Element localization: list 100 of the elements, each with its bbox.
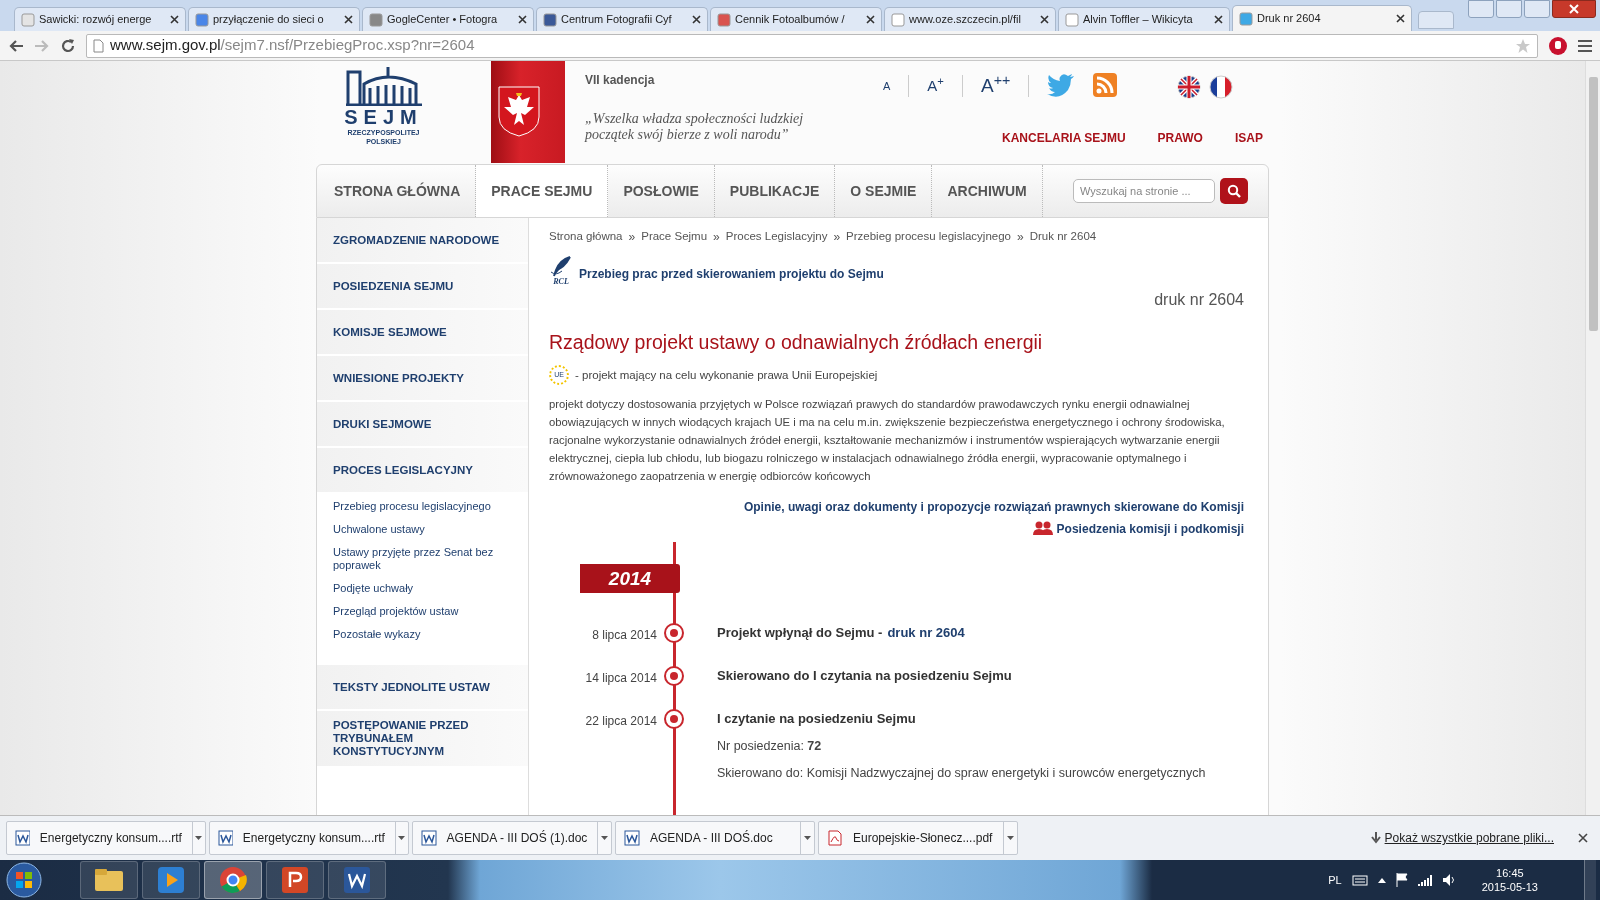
close-tab-icon[interactable] [692,15,701,24]
back-icon[interactable] [8,38,24,53]
powerpoint-taskbar-icon[interactable] [266,861,324,899]
flag-icon[interactable] [1395,873,1408,887]
sidebar-subitem[interactable]: Przegląd projektów ustaw [333,605,518,618]
browser-tab[interactable]: GogleCenter • Fotogra [362,7,534,31]
language-indicator[interactable]: PL [1328,871,1342,889]
search-icon[interactable] [1227,184,1241,198]
caret-down-icon[interactable] [398,836,406,840]
download-item[interactable]: Europejskie-Słonecz....pdf [818,821,1018,855]
address-bar[interactable]: www.sejm.gov.pl/sejm7.nsf/PrzebiegProc.xsp?nr=2604 [86,33,1538,58]
dropdown-toggle[interactable] [1003,821,1017,855]
reload-icon[interactable] [60,37,76,54]
print-link[interactable]: druk nr 2604 [887,623,965,643]
committee-meetings-link[interactable]: Posiedzenia komisji i podkomisji [1056,520,1244,539]
uk-flag-icon[interactable] [1177,75,1202,99]
caret-down-icon[interactable] [601,836,609,840]
word-taskbar-icon[interactable] [328,861,386,899]
sidebar-item[interactable]: DRUKI SEJMOWE [317,402,528,448]
stop-extension-icon[interactable] [1548,35,1568,56]
caret-down-icon[interactable] [195,836,203,840]
twitter-bird-icon[interactable] [1047,73,1076,97]
breadcrumb-link[interactable]: Prace Sejmu [641,228,708,246]
opinions-link[interactable]: Opinie, uwagi oraz dokumenty i propozycje rozwiązań prawnych skierowane do Komisji [743,498,1244,517]
sidebar-item[interactable]: POSTĘPOWANIE PRZED TRYBUNAŁEM KONSTYTUCYJNYM [317,711,528,768]
header-link[interactable]: PRAWO [1157,129,1203,147]
font-size-button[interactable]: A [865,75,910,97]
caret-up-icon[interactable] [1377,877,1386,883]
browser-tab[interactable]: Alvin Toffler – Wikicyta [1058,7,1230,31]
close-tab-icon[interactable] [518,15,527,24]
nav-tab[interactable]: POSŁOWIE [608,165,715,217]
chrome-taskbar-icon[interactable] [204,861,262,899]
close-tab-icon[interactable] [1396,14,1405,23]
sidebar-item[interactable]: KOMISJE SEJMOWE [317,310,528,356]
download-item[interactable]: Energetyczny konsum....rtf [6,821,206,855]
dropdown-toggle[interactable] [597,821,611,855]
header-link[interactable]: ISAP [1234,129,1263,147]
close-tab-icon[interactable] [344,15,353,24]
dropdown-toggle[interactable] [800,821,814,855]
sidebar-item[interactable]: ZGROMADZENIE NARODOWE [317,218,528,264]
font-size-button[interactable]: A$^{++}$ [962,75,1030,97]
breadcrumb-link[interactable]: Strona główna [549,228,623,246]
browser-tab[interactable]: przyłączenie do sieci o [188,7,360,31]
close-tab-icon[interactable] [170,15,179,24]
nav-tab[interactable]: O SEJMIE [835,165,933,217]
close-tab-icon[interactable] [866,15,875,24]
dropdown-toggle[interactable] [191,821,205,855]
favicon-icon [1065,12,1079,27]
sidebar-item[interactable]: PROCES LEGISLACYJNY [317,448,528,494]
show-all-downloads-link[interactable]: Pokaż wszystkie pobrane pliki... [1384,829,1554,847]
media-player-taskbar-icon[interactable] [142,861,200,899]
browser-tab[interactable]: Druk nr 2604 [1232,5,1412,31]
sidebar-item[interactable]: POSIEDZENIA SEJMU [317,264,528,310]
folder-taskbar-icon[interactable] [80,861,138,899]
event-detail: Nr posiedzenia: 72 [717,737,823,755]
french-flag-icon[interactable] [1209,75,1234,99]
download-item[interactable]: Energetyczny konsum....rtf [209,821,409,855]
close-tab-icon[interactable] [1040,15,1049,24]
signal-bars-icon[interactable] [1417,874,1432,886]
search-field[interactable]: Wyszukaj na stronie ... [1073,179,1215,203]
sidebar-subitem[interactable]: Podjęte uchwały [333,582,518,595]
rss-icon[interactable] [1093,73,1118,97]
close-button[interactable] [1552,0,1596,18]
word-document-icon [218,830,233,846]
star-icon[interactable] [1515,37,1531,54]
start-button-icon[interactable] [4,861,44,899]
font-size-button[interactable]: A$^{+}$ [909,75,963,97]
sidebar-item[interactable]: WNIESIONE PROJEKTY [317,356,528,402]
caret-down-icon[interactable] [1007,836,1014,840]
browser-tab[interactable]: www.oze.szczecin.pl/fil [884,7,1056,31]
clock-time[interactable]: 16:45 [1496,866,1524,880]
sidebar-subitem[interactable]: Uchwalone ustawy [333,523,518,536]
search-button[interactable] [1220,178,1248,204]
download-item[interactable]: AGENDA - III DOŚ (1).doc [412,821,612,855]
menu-icon[interactable] [1578,39,1592,52]
keyboard-icon[interactable] [1351,874,1368,886]
logo-wordmark: SEJM [344,106,423,128]
nav-tab[interactable]: PRACE SEJMU [476,165,609,217]
close-icon[interactable] [1578,833,1588,843]
sidebar-subitem[interactable]: Pozostałe wykazy [333,628,518,641]
pre-sejm-history-link[interactable]: Przebieg prac przed skierowaniem projektu do Sejmu [579,265,884,283]
scrollbar[interactable] [1585,61,1600,815]
close-tab-icon[interactable] [1214,15,1223,24]
caret-down-icon[interactable] [804,836,811,840]
sidebar-subitem[interactable]: Ustawy przyjęte przez Senat bez poprawek [333,546,518,572]
breadcrumb-link[interactable]: Proces Legislacyjny [725,228,828,246]
sidebar-subitem[interactable]: Przebieg procesu legislacyjnego [333,500,518,513]
sidebar-item[interactable]: TEKSTY JEDNOLITE USTAW [317,665,528,711]
browser-tab[interactable]: Cennik Fotoalbumów / [710,7,882,31]
nav-tab[interactable]: ARCHIWUM [932,165,1043,217]
download-item[interactable]: AGENDA - III DOŚ.doc [615,821,815,855]
breadcrumb-link[interactable]: Przebieg procesu legislacyjnego [846,228,1011,246]
header-link[interactable]: KANCELARIA SEJMU [1002,129,1126,147]
browser-tab[interactable]: Centrum Fotografii Cyf [536,7,708,31]
clock-date[interactable]: 2015-05-13 [1481,880,1538,894]
dropdown-toggle[interactable] [394,821,408,855]
breadcrumb-link[interactable]: Druk nr 2604 [1029,228,1097,246]
speaker-icon[interactable] [1441,873,1456,887]
browser-tab[interactable]: Sawicki: rozwój energe [14,7,186,31]
nav-tab[interactable]: PUBLIKACJE [714,165,836,217]
